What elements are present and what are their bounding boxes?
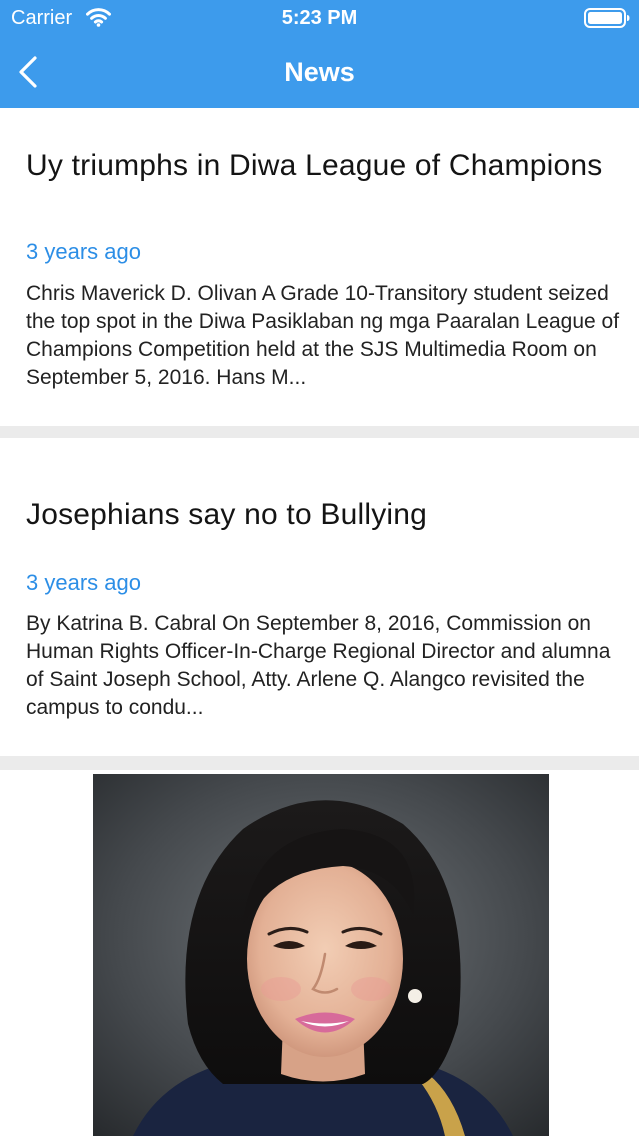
news-item[interactable]: Uy triumphs in Diwa League of Champions …: [0, 108, 639, 426]
page-title: News: [284, 57, 355, 87]
news-summary: By Katrina B. Cabral On September 8, 201…: [26, 612, 611, 719]
header: Carrier 5:23 PM News: [0, 0, 639, 108]
news-summary: Chris Maverick D. Olivan A Grade 10-Tran…: [26, 282, 620, 389]
status-time: 5:23 PM: [281, 7, 358, 29]
status-bar: Carrier 5:23 PM: [0, 0, 639, 36]
news-item[interactable]: Josephians say no to Bullying 3 years ag…: [0, 438, 639, 756]
news-list[interactable]: Uy triumphs in Diwa League of Champions …: [0, 108, 639, 1136]
news-item[interactable]: [0, 770, 639, 1136]
news-title: Uy triumphs in Diwa League of Champions: [26, 149, 603, 182]
news-image: [93, 774, 549, 1136]
news-timestamp: 3 years ago: [26, 239, 141, 264]
nav-bar: News: [0, 36, 639, 108]
news-timestamp: 3 years ago: [26, 570, 141, 595]
battery-icon: [584, 8, 630, 28]
news-title: Josephians say no to Bullying: [26, 498, 428, 531]
news-screen: Carrier 5:23 PM News Uy triumphs in Diwa…: [0, 0, 639, 1136]
